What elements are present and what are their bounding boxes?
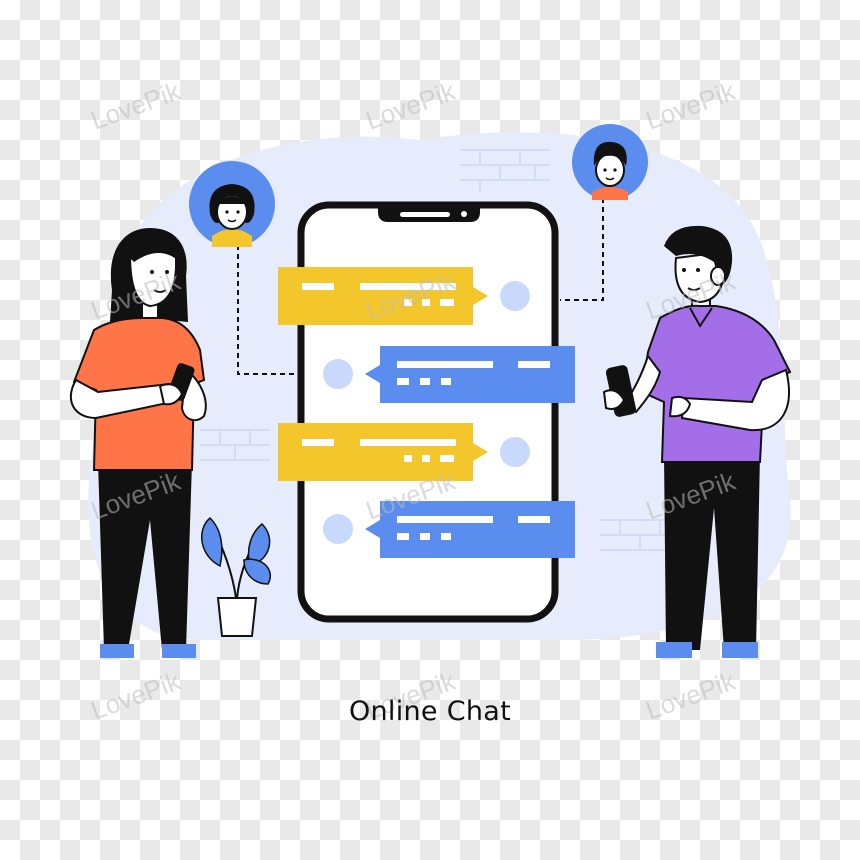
man-avatar-icon bbox=[572, 124, 648, 200]
watermark-brand: LovePik bbox=[642, 75, 740, 135]
caption: Online Chat bbox=[348, 696, 512, 727]
watermark-brand: LovePik bbox=[87, 75, 185, 135]
illustration: LovePik LovePik LovePik LovePik LovePik … bbox=[69, 75, 792, 726]
woman-avatar-icon bbox=[189, 161, 275, 247]
watermark-brand: LovePik bbox=[362, 75, 460, 135]
